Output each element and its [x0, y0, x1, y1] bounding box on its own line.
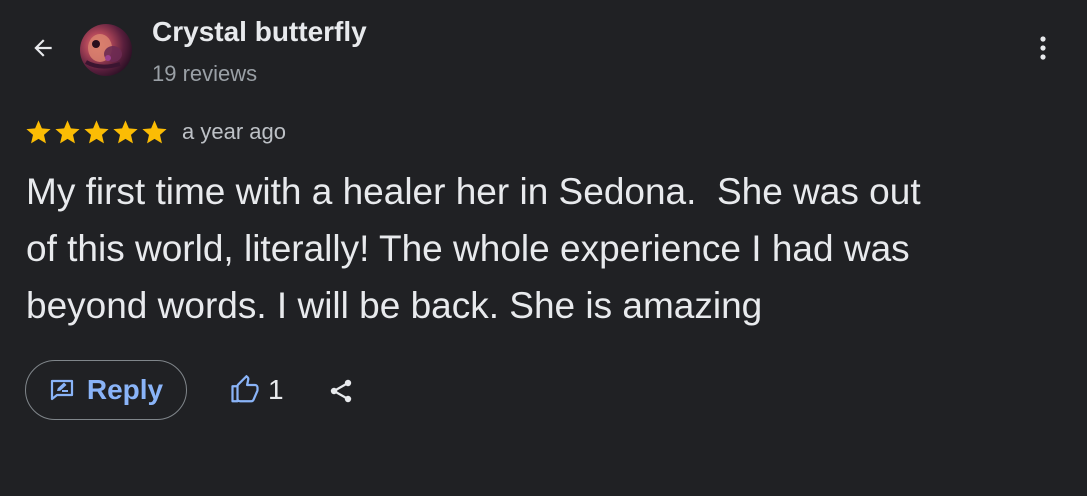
rate-review-icon: [50, 379, 73, 401]
like-count: 1: [268, 374, 284, 405]
more-options-button[interactable]: [1028, 28, 1058, 68]
star-icon: [142, 119, 167, 143]
avatar-image: [85, 34, 122, 69]
star-rating: [24, 118, 169, 147]
reply-label: Reply: [86, 374, 164, 405]
back-button[interactable]: [24, 29, 62, 67]
thumb-up-icon: [231, 375, 259, 403]
avatar[interactable]: [80, 24, 132, 76]
like-button[interactable]: 1: [230, 370, 284, 410]
share-button[interactable]: [326, 375, 356, 407]
more-vert-icon: [1040, 36, 1046, 60]
rating-row: a year ago: [24, 116, 286, 148]
review-text: My first time with a healer her in Sedon…: [26, 171, 921, 326]
star-icon: [84, 119, 109, 143]
star-icon: [113, 119, 138, 143]
review-time: a year ago: [182, 119, 286, 144]
share-icon: [330, 379, 352, 403]
arrow-back-icon: [34, 39, 52, 57]
author-name[interactable]: Crystal butterfly: [152, 16, 367, 48]
star-icon: [55, 119, 80, 143]
star-icon: [26, 119, 51, 143]
review-count: 19 reviews: [152, 61, 258, 86]
reply-button[interactable]: Reply: [25, 360, 187, 420]
